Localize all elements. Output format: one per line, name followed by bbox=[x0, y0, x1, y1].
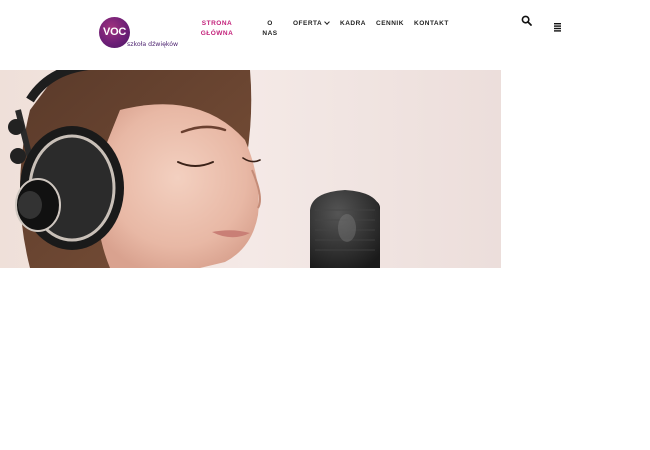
nav-item-staff[interactable]: KADRA bbox=[340, 19, 366, 29]
chevron-down-icon bbox=[324, 18, 331, 25]
nav-item-home-line2: GŁÓWNA bbox=[200, 30, 234, 37]
hero-illustration bbox=[0, 70, 501, 268]
search-icon[interactable] bbox=[521, 14, 533, 26]
nav-item-home[interactable]: STRONA GŁÓWNA bbox=[198, 19, 236, 39]
nav-item-offer[interactable]: OFERTA bbox=[293, 18, 331, 29]
hero-image bbox=[0, 70, 501, 268]
nav-item-pricing-label: CENNIK bbox=[376, 20, 404, 27]
logo[interactable]: VOC szkoła dźwięków bbox=[99, 17, 179, 51]
nav-item-about[interactable]: O NAS bbox=[261, 19, 279, 39]
nav-item-contact-label: KONTAKT bbox=[414, 20, 449, 27]
menu-icon[interactable] bbox=[553, 19, 563, 32]
nav-item-pricing[interactable]: CENNIK bbox=[376, 19, 404, 29]
site-header: VOC szkoła dźwięków STRONA GŁÓWNA O NAS … bbox=[0, 0, 650, 70]
logo-tagline: szkoła dźwięków bbox=[127, 41, 179, 48]
logo-mark: VOC bbox=[99, 17, 130, 48]
nav-item-contact[interactable]: KONTAKT bbox=[414, 19, 449, 29]
nav-item-home-line1: STRONA bbox=[201, 20, 233, 27]
nav-item-about-line1: O bbox=[267, 20, 273, 27]
nav-item-about-line2: NAS bbox=[262, 30, 278, 37]
nav-item-staff-label: KADRA bbox=[340, 20, 366, 27]
nav-item-offer-label: OFERTA bbox=[293, 20, 323, 27]
